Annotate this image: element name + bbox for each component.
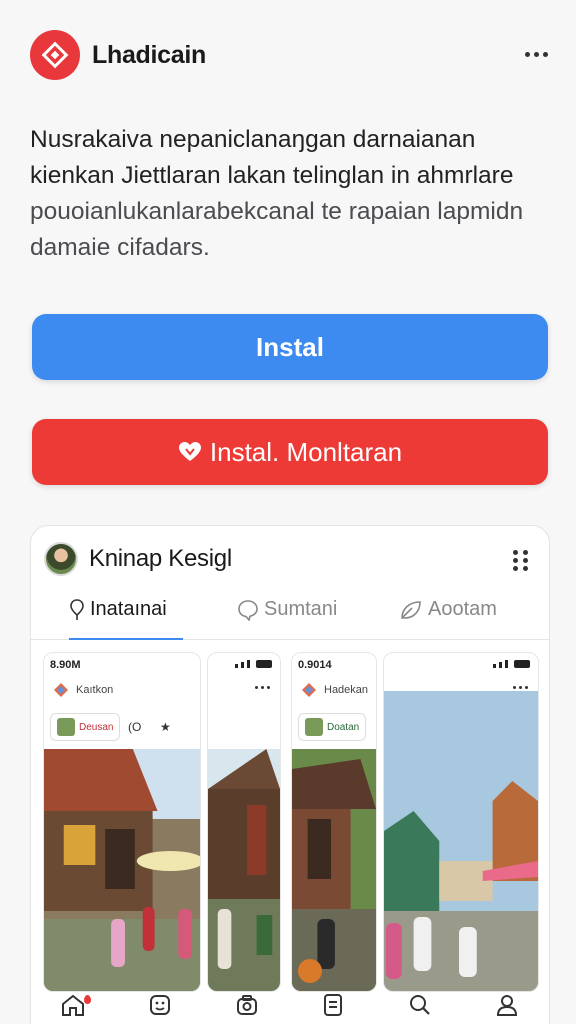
post-action-comment[interactable]: (O	[128, 713, 141, 741]
post-more-icon[interactable]	[513, 686, 528, 689]
leaf-icon	[401, 600, 421, 619]
face-icon	[149, 995, 170, 1015]
village-photo	[384, 691, 538, 991]
tab-label: Aootam	[428, 598, 497, 620]
tiered-logo-icon	[302, 683, 316, 697]
village-photo	[292, 749, 376, 991]
description-line: pouoianlukanlarabekcanal te rapaian lapm…	[30, 198, 524, 225]
card-title: Kninap Kesigl	[89, 545, 232, 572]
bottom-navigation	[30, 986, 550, 1024]
village-photo	[44, 749, 200, 991]
nav-document[interactable]	[313, 989, 353, 1021]
heart-icon	[178, 441, 202, 463]
chat-icon	[238, 599, 258, 621]
post-action-star[interactable]: ★	[160, 713, 171, 741]
profile-icon	[496, 995, 517, 1016]
description-line: kienkan Jiettlaran lakan telinglan in ah…	[30, 162, 514, 189]
tab-inataınai[interactable]: Inataınai	[69, 598, 167, 621]
app-header: Lhadicain	[0, 0, 576, 110]
more-options-icon[interactable]	[522, 40, 550, 68]
install-button[interactable]: Instal	[32, 314, 548, 380]
diamond-logo-icon	[41, 41, 69, 69]
chip-thumbnail	[57, 718, 75, 736]
status-time: 0.9014	[298, 659, 332, 671]
chip-thumbnail	[305, 718, 323, 736]
nav-search[interactable]	[400, 989, 440, 1021]
post-user: Hadekan	[300, 681, 368, 699]
card-header: Kninap Kesigl	[31, 526, 549, 592]
tab-aootam[interactable]: Aootam	[399, 598, 497, 621]
card-tabs: Inataınai Sumtani Aootam	[31, 592, 549, 640]
post-chip[interactable]: Doatan	[298, 713, 367, 741]
post-username: Hadekan	[324, 684, 369, 696]
camera-icon	[236, 995, 257, 1015]
nav-home[interactable]	[53, 989, 93, 1021]
description-line: Nusrakaiva nepaniclanaŋgan darnaianan	[30, 126, 476, 153]
post-feed: 8.90M Kaıtkon Deusan (O ★ 0.9014 Hadekan…	[43, 652, 539, 992]
play-badge-icon[interactable]	[298, 959, 322, 983]
village-photo	[208, 749, 280, 991]
post-more-icon[interactable]	[255, 686, 270, 689]
post-preview[interactable]: 0.9014 Hadekan Doatan	[291, 652, 377, 992]
grid-menu-icon[interactable]	[513, 550, 529, 571]
home-icon	[62, 994, 85, 1016]
tab-label: Inataınai	[90, 598, 167, 620]
tiered-logo-icon	[54, 683, 68, 697]
install-button-label: Instal	[256, 331, 324, 362]
post-chip[interactable]: Deusan	[50, 713, 121, 741]
nav-camera[interactable]	[227, 989, 267, 1021]
document-icon	[324, 994, 343, 1016]
app-title: Lhadicain	[92, 40, 206, 69]
chip-label: Doatan	[327, 721, 360, 733]
post-preview[interactable]	[383, 652, 539, 992]
post-preview[interactable]	[207, 652, 281, 992]
pin-icon	[70, 598, 84, 620]
post-preview[interactable]: 8.90M Kaıtkon Deusan (O ★	[43, 652, 201, 992]
description-line: damaie cifadars.	[30, 234, 210, 261]
nav-face[interactable]	[140, 989, 180, 1021]
search-icon	[409, 995, 430, 1015]
tab-label: Sumtani	[264, 598, 338, 620]
nav-profile[interactable]	[487, 989, 527, 1021]
app-logo	[30, 30, 80, 80]
install-monitor-button-label: Instal. Monltaran	[209, 436, 403, 467]
chip-label: Deusan	[79, 721, 114, 733]
post-username: Kaıtkon	[76, 684, 114, 696]
avatar[interactable]	[44, 542, 78, 576]
signal-battery-icon	[493, 660, 530, 668]
post-user: Kaıtkon	[52, 681, 113, 699]
signal-battery-icon	[235, 660, 272, 668]
status-time: 8.90M	[50, 659, 81, 671]
community-card: Kninap Kesigl Inataınai Sumtani Aootam 8…	[30, 525, 550, 1024]
install-monitor-button[interactable]: Instal. Monltaran	[32, 419, 548, 485]
active-tab-indicator	[69, 638, 183, 640]
notification-dot	[84, 995, 92, 1004]
tab-sumtani[interactable]: Sumtani	[237, 598, 337, 621]
app-description: Nusrakaiva nepaniclanaŋgan darnaianan ki…	[30, 122, 546, 266]
